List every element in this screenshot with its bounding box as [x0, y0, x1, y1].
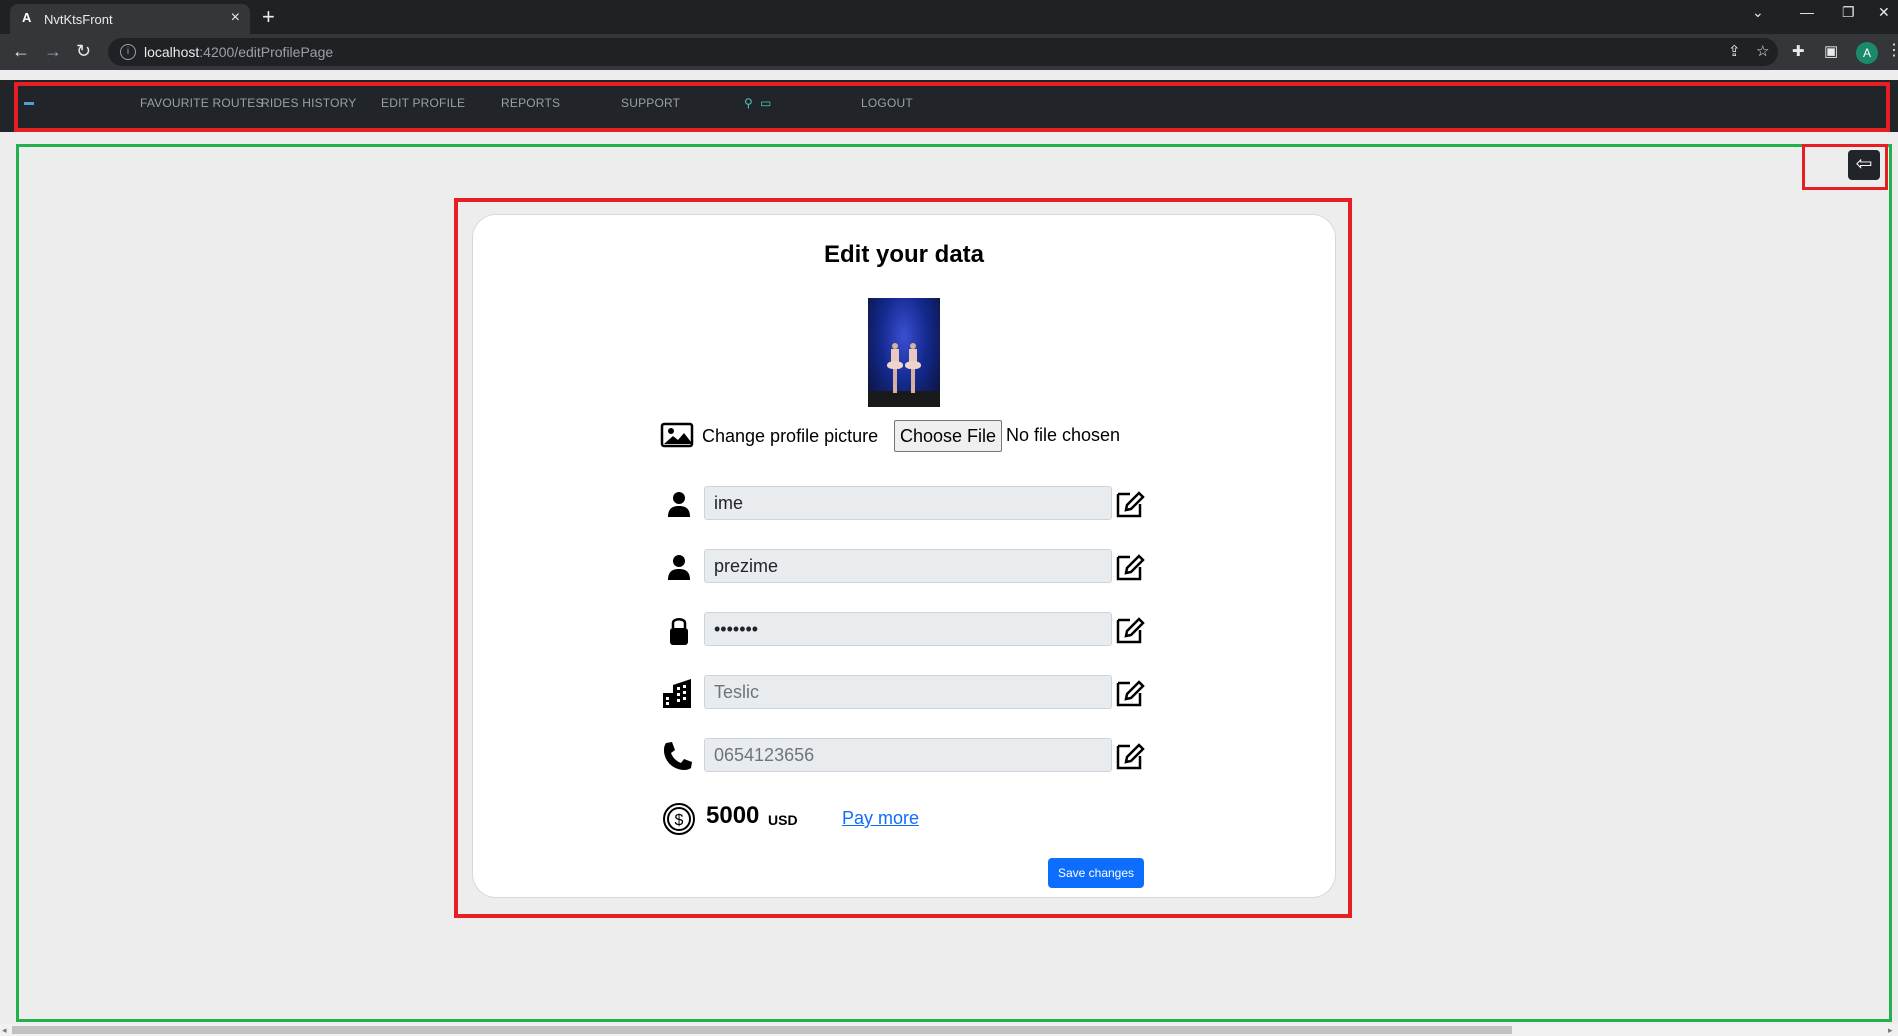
building-icon: [663, 679, 691, 708]
first-name-input[interactable]: [704, 486, 1112, 520]
scrollbar-thumb[interactable]: [12, 1026, 1512, 1034]
back-nav-icon[interactable]: ←: [12, 40, 30, 62]
browser-toolbar: ← → ↻ i localhost:4200/editProfilePage ⇪…: [0, 34, 1898, 70]
url-text: localhost:4200/editProfilePage: [144, 44, 334, 60]
new-tab-icon[interactable]: +: [262, 4, 275, 30]
page-title: Edit your data: [823, 241, 985, 268]
edit-icon[interactable]: [1114, 488, 1146, 520]
password-row: [660, 612, 1146, 648]
nav-edit-profile[interactable]: EDIT PROFILE: [381, 96, 465, 110]
phone-input[interactable]: [704, 738, 1112, 772]
phone-icon: [663, 742, 692, 770]
share-icon[interactable]: ⇪: [1728, 42, 1741, 60]
nav-support[interactable]: SUPPORT: [621, 96, 680, 110]
address-bar[interactable]: i localhost:4200/editProfilePage ⇪ ☆: [108, 38, 1778, 66]
svg-text:$: $: [675, 812, 684, 829]
tab-search-icon[interactable]: ⌄: [1752, 4, 1764, 21]
first-name-row: [660, 486, 1146, 522]
profile-avatar[interactable]: A: [1856, 42, 1878, 64]
edit-icon[interactable]: [1114, 740, 1146, 772]
scroll-right-icon[interactable]: ▸: [1888, 1024, 1893, 1036]
forward-nav-icon[interactable]: →: [44, 40, 62, 62]
last-name-input[interactable]: [704, 549, 1112, 583]
nav-favourite-routes[interactable]: FAVOURITE ROUTES: [140, 96, 264, 110]
person-icon: [668, 555, 690, 580]
browser-tab-bar: A NvtKtsFront × + ⌄ — ❐ ✕: [0, 0, 1898, 34]
browser-menu-icon[interactable]: ⋮: [1886, 40, 1898, 60]
reload-icon[interactable]: ↻: [76, 40, 91, 62]
close-window-icon[interactable]: ✕: [1878, 4, 1890, 21]
lock-icon: [670, 618, 688, 645]
save-changes-button[interactable]: Save changes: [1048, 858, 1144, 888]
nav-reports[interactable]: REPORTS: [501, 96, 560, 110]
profile-picture: [868, 298, 940, 407]
balance-row: $ 5000 USD Pay more: [660, 800, 1060, 840]
dollar-coin-icon: $: [663, 803, 695, 835]
restore-icon[interactable]: ❐: [1842, 4, 1855, 21]
image-icon: [660, 422, 694, 448]
last-name-row: [660, 549, 1146, 585]
password-input[interactable]: [704, 612, 1112, 646]
phone-row: [660, 738, 1146, 774]
angular-favicon-icon: A: [22, 10, 32, 25]
scroll-left-icon[interactable]: ◂: [2, 1024, 7, 1036]
change-picture-label: Change profile picture: [702, 426, 879, 446]
nav-logout[interactable]: LOGOUT: [861, 96, 913, 110]
horizontal-scrollbar[interactable]: ◂ ▸: [0, 1024, 1898, 1036]
choose-file-button[interactable]: Choose File: [894, 420, 1002, 452]
tab-title: NvtKtsFront: [44, 12, 113, 27]
arrow-left-icon: ⇦: [1855, 153, 1873, 175]
balance-amount: 5000: [706, 802, 760, 829]
minimize-icon[interactable]: —: [1800, 4, 1814, 20]
pay-more-link[interactable]: Pay more: [842, 808, 919, 829]
file-status-text: No file chosen: [1006, 425, 1121, 445]
car-icon[interactable]: ▬: [24, 97, 36, 108]
browser-tab[interactable]: A NvtKtsFront ×: [10, 4, 250, 34]
balance-currency: USD: [768, 812, 798, 828]
city-input[interactable]: [704, 675, 1112, 709]
person-icon: [668, 492, 690, 517]
edit-icon[interactable]: [1114, 614, 1146, 646]
back-button[interactable]: ⇦: [1848, 150, 1880, 180]
city-row: [660, 675, 1146, 711]
edit-icon[interactable]: [1114, 551, 1146, 583]
pin-icon[interactable]: ⚲: [744, 96, 753, 110]
bookmark-star-icon[interactable]: ☆: [1756, 42, 1769, 60]
screen-icon[interactable]: ▭: [760, 96, 771, 110]
side-panel-icon[interactable]: ▣: [1824, 42, 1838, 60]
site-info-icon[interactable]: i: [120, 44, 136, 60]
nav-rides-history[interactable]: RIDES HISTORY: [261, 96, 357, 110]
tab-close-icon[interactable]: ×: [231, 9, 240, 27]
edit-icon[interactable]: [1114, 677, 1146, 709]
extensions-icon[interactable]: ✚: [1792, 42, 1805, 60]
